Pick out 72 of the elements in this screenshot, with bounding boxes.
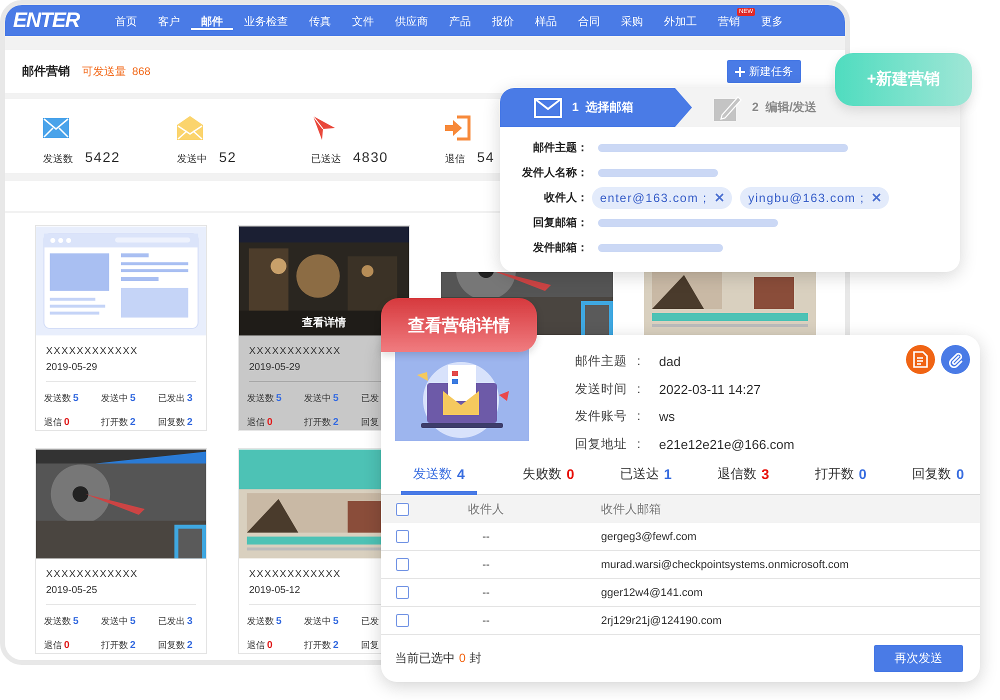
card-stat: 打开数 2 [101,416,136,429]
info-value: e21e12e21e@166.com [659,436,794,452]
quota-text: 可发送量 868 [82,65,150,79]
card-stat: 发送数 5 [247,615,282,628]
stat-label: 发送中 [177,152,207,166]
card-stat: 回复数 2 [158,639,193,652]
card-stat: 已发 [361,392,379,405]
column-header: 收件人 [467,500,505,518]
column-header: 收件人邮箱 [601,500,661,518]
stat-label: 退信 [445,152,465,166]
card-stat: 回复 [361,416,379,429]
card-stat: 已发 [361,615,379,628]
table-cell-text: -- [481,586,491,598]
page-title: 邮件营销 [22,63,70,80]
table-cell: gergeg3@fewf.com [601,530,697,542]
card-title: XXXXXXXXXXXX [249,569,342,580]
field-label: 发件人名称： [520,166,588,180]
stat-value: 4830 [353,149,388,165]
card-stat: 发送数 5 [44,615,79,628]
tag-text: enter@163.com ; [600,190,708,204]
stat-value: 52 [219,149,237,165]
stat-label: 发送数 [43,153,73,166]
card-date: 2019-05-29 [46,362,98,373]
card-stat: 已发出 3 [158,392,193,405]
card-stat: 发送中 5 [304,615,339,628]
card-title: XXXXXXXXXXXX [46,346,138,357]
card-stat: 发送中 5 [101,615,136,628]
card-date: 2019-05-25 [46,585,98,596]
card-stat: 打开数 2 [101,639,136,652]
colon: : [637,436,640,451]
table-cell-text: -- [481,558,491,570]
info-label: 发件账号 [575,409,627,424]
card-stat: 发送数 5 [44,392,79,405]
card-stat: 退信 0 [247,639,273,652]
card-stat: 退信 0 [44,639,70,652]
card-stat: 退信 0 [44,416,70,429]
colon: : [637,409,640,424]
colon: : [637,382,640,396]
info-label: 邮件主题 [575,354,627,368]
card-stat: 回复数 2 [158,416,193,429]
info-label: 发送时间 [575,382,627,396]
stat-value: 5422 [85,149,120,165]
info-value: 2022-03-11 14:27 [659,382,761,397]
card-stat: 发送中 5 [101,392,136,405]
table-cell-text: -- [481,530,491,542]
stat-label: 已送达 [311,152,341,166]
card-date: 2019-05-12 [249,585,300,596]
card-stat: 打开数 2 [304,639,339,652]
info-label: 回复地址 [575,436,627,451]
colon: : [637,354,640,368]
table-cell-text: -- [481,614,491,626]
table-cell: murad.warsi@checkpointsystems.onmicrosoft.com [601,558,849,570]
card-stat: 回复 [361,639,379,652]
table-cell: gger12w4@141.com [601,586,703,598]
card-stat: 打开数 2 [304,416,339,429]
info-value: dad [659,354,681,370]
info-value: ws [659,409,675,424]
card-stat: 已发出 3 [158,615,193,628]
field-label: 邮件主题： [532,140,588,155]
field-label: 发件邮箱： [532,240,588,255]
card-stat: 退信 0 [247,416,273,429]
field-label: 回复邮箱： [532,216,588,230]
card-title: XXXXXXXXXXXX [249,346,342,357]
field-label: 收件人： [543,191,588,205]
table-cell: 2rj129r21j@124190.com [601,614,722,626]
card-title: XXXXXXXXXXXX [46,569,138,580]
card-date: 2019-05-29 [249,362,300,373]
tag-text: yingbu@163.com ; [748,190,864,204]
stat-value: 54 [477,149,495,165]
detail-ribbon-dialog: 查看营销详情 [381,298,537,352]
card-stat: 发送中 5 [304,392,339,405]
card-stat: 发送数 5 [247,392,282,405]
